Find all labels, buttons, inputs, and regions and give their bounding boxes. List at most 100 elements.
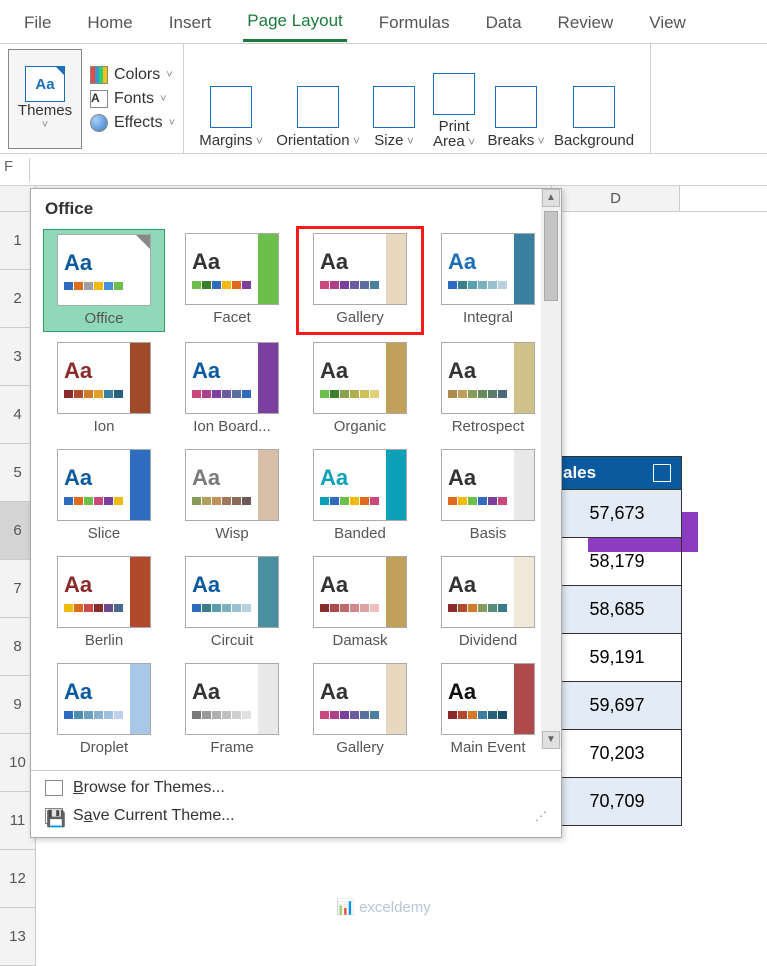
resize-grip-icon[interactable]: ⋰ [535,809,547,823]
theme-item-gallery[interactable]: AaGallery [299,229,421,332]
fonts-button[interactable]: A Fonts ˅ [90,90,175,108]
watermark: 📊 exceldemy [336,898,431,916]
theme-label: Organic [334,418,387,435]
theme-item-office[interactable]: AaOffice [43,229,165,332]
theme-item-damask[interactable]: AaDamask [299,552,421,653]
row-header[interactable]: 12 [0,850,35,908]
name-box[interactable]: F [4,158,30,182]
theme-item-main-event[interactable]: AaMain Event [427,659,549,760]
effects-label: Effects [114,114,163,132]
breaks-icon [495,86,537,128]
theme-item-droplet[interactable]: AaDroplet [43,659,165,760]
themes-label: Themes [18,102,72,119]
breaks-button[interactable]: Breaks [486,49,546,149]
theme-item-basis[interactable]: AaBasis [427,445,549,546]
table-cell[interactable]: 59,191 [552,634,682,682]
chevron-down-icon: ˅ [166,69,172,81]
orientation-button[interactable]: Orientation [270,49,366,149]
sales-header[interactable]: ales [552,456,682,490]
sales-column: ales 57,67358,17958,68559,19159,69770,20… [552,456,682,826]
print-area-icon [433,73,475,115]
browse-themes-button[interactable]: Browse for Themes... [45,779,547,797]
theme-item-ion[interactable]: AaIon [43,338,165,439]
margins-label: Margins [199,132,263,149]
theme-item-slice[interactable]: AaSlice [43,445,165,546]
page-setup-group: Margins Orientation Size Print Area Brea… [184,44,651,153]
margins-icon [210,86,252,128]
background-icon [573,86,615,128]
fonts-icon: A [90,90,108,108]
theme-item-dividend[interactable]: AaDividend [427,552,549,653]
theme-label: Facet [213,309,251,326]
scroll-up-icon[interactable]: ▲ [542,189,560,207]
theme-item-facet[interactable]: AaFacet [171,229,293,332]
gallery-scrollbar[interactable]: ▲ ▼ [541,189,561,749]
chevron-down-icon: ˅ [160,93,166,105]
scroll-thumb[interactable] [544,211,558,301]
theme-label: Retrospect [452,418,525,435]
scroll-down-icon[interactable]: ▼ [542,731,560,749]
table-cell[interactable]: 59,697 [552,682,682,730]
table-cell[interactable]: 70,709 [552,778,682,826]
size-icon [373,86,415,128]
tab-review[interactable]: Review [554,3,618,41]
table-cell[interactable]: 70,203 [552,730,682,778]
theme-label: Wisp [215,525,248,542]
formula-bar: F [0,154,767,186]
table-cell[interactable]: 58,179 [552,538,682,586]
theme-item-frame[interactable]: AaFrame [171,659,293,760]
theme-item-circuit[interactable]: AaCircuit [171,552,293,653]
theme-label: Damask [332,632,387,649]
theme-label: Berlin [85,632,123,649]
theme-item-wisp[interactable]: AaWisp [171,445,293,546]
theme-item-integral[interactable]: AaIntegral [427,229,549,332]
table-cell[interactable]: 57,673 [552,490,682,538]
tab-data[interactable]: Data [482,3,526,41]
theme-label: Main Event [450,739,525,756]
theme-item-berlin[interactable]: AaBerlin [43,552,165,653]
theme-label: Integral [463,309,513,326]
col-header-d[interactable]: D [552,186,680,211]
tabs-bar: File Home Insert Page Layout Formulas Da… [0,0,767,44]
background-button[interactable]: Background [546,49,642,149]
theme-label: Ion [94,418,115,435]
tab-file[interactable]: File [20,3,55,41]
themes-group: Aa Themes ˅ Colors ˅ A Fonts ˅ Effects ˅ [0,44,184,153]
table-cell[interactable]: 58,685 [552,586,682,634]
tab-formulas[interactable]: Formulas [375,3,454,41]
breaks-label: Breaks [488,132,545,149]
chevron-down-icon: ˅ [42,119,48,131]
theme-item-ion-board-[interactable]: AaIon Board... [171,338,293,439]
effects-icon [90,114,108,132]
themes-gallery-panel: Office AaOfficeAaFacetAaGalleryAaIntegra… [30,188,562,838]
theme-label: Office [85,310,124,327]
margins-button[interactable]: Margins [192,49,270,149]
theme-item-banded[interactable]: AaBanded [299,445,421,546]
theme-item-organic[interactable]: AaOrganic [299,338,421,439]
colors-button[interactable]: Colors ˅ [90,66,175,84]
save-icon: 💾 [45,808,63,824]
print-area-label: Print Area [422,119,486,149]
orientation-label: Orientation [276,132,360,149]
tab-page-layout[interactable]: Page Layout [243,1,346,42]
theme-label: Slice [88,525,121,542]
theme-item-gallery[interactable]: AaGallery [299,659,421,760]
theme-label: Basis [470,525,507,542]
size-label: Size [374,132,414,149]
effects-button[interactable]: Effects ˅ [90,114,175,132]
print-area-button[interactable]: Print Area [422,49,486,149]
tab-insert[interactable]: Insert [165,3,216,41]
themes-section-title: Office [31,189,561,219]
background-label: Background [554,132,634,149]
size-button[interactable]: Size [366,49,422,149]
theme-item-retrospect[interactable]: AaRetrospect [427,338,549,439]
colors-icon [90,66,108,84]
tab-view[interactable]: View [645,3,690,41]
filter-dropdown-icon[interactable] [653,464,671,482]
save-theme-button[interactable]: 💾 Save Current Theme... ⋰ [45,807,547,825]
themes-button[interactable]: Aa Themes ˅ [8,49,82,149]
tab-home[interactable]: Home [83,3,136,41]
themes-icon: Aa [25,66,65,102]
row-header[interactable]: 13 [0,908,35,966]
theme-label: Droplet [80,739,128,756]
